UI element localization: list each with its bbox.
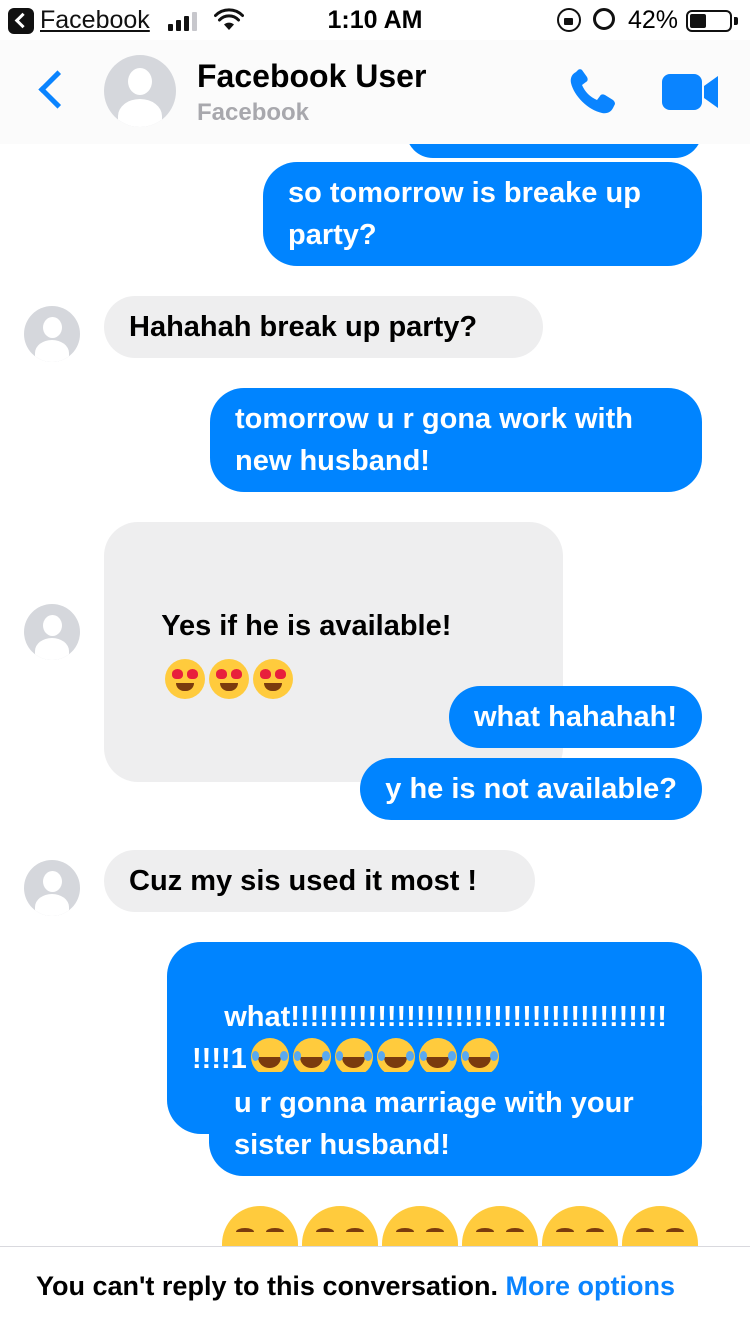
back-chevron-icon[interactable]: [28, 66, 76, 118]
emoji-message[interactable]: [222, 1206, 702, 1246]
tears-of-joy-emoji-icon: [250, 1038, 289, 1076]
alarm-icon: [593, 8, 615, 30]
reply-disabled-bar: You can't reply to this conversation. Mo…: [0, 1246, 750, 1334]
tears-of-joy-emoji-icon: [462, 1206, 538, 1246]
tears-of-joy-emoji-icon: [418, 1038, 457, 1076]
tears-of-joy-emoji-icon: [292, 1038, 331, 1076]
emoji-row: [247, 1038, 499, 1076]
message-bubble-outgoing[interactable]: tomorrow u r gona work with new husband!: [210, 388, 702, 492]
battery-percent: 42%: [628, 6, 679, 34]
message-bubble-outgoing[interactable]: y he is not available?: [360, 758, 702, 820]
message-bubble-outgoing[interactable]: so tomorrow is breake up party?: [263, 162, 702, 266]
tears-of-joy-emoji-icon: [382, 1206, 458, 1246]
contact-subtitle: Facebook: [197, 99, 310, 126]
more-options-link[interactable]: More options: [506, 1271, 676, 1301]
sender-avatar-icon: [24, 604, 80, 660]
message-bubble-outgoing[interactable]: u r gonna marriage with your sister husb…: [209, 1072, 702, 1176]
heart-eyes-emoji-icon: [165, 659, 206, 699]
battery-level: [690, 14, 706, 28]
tears-of-joy-emoji-icon: [542, 1206, 618, 1246]
phone-icon[interactable]: [566, 66, 622, 118]
battery-tip: [734, 17, 738, 25]
tears-of-joy-emoji-icon: [302, 1206, 378, 1246]
tears-of-joy-emoji-icon: [222, 1206, 298, 1246]
battery-icon: [686, 10, 732, 32]
video-camera-icon[interactable]: [660, 70, 722, 114]
message-bubble-incoming[interactable]: Hahahah break up party?: [104, 296, 543, 358]
sender-avatar-icon: [24, 860, 80, 916]
message-bubble-incoming[interactable]: Cuz my sis used it most !: [104, 850, 535, 912]
tears-of-joy-emoji-icon: [460, 1038, 499, 1076]
avatar-icon[interactable]: [104, 55, 176, 127]
sender-avatar-icon: [24, 306, 80, 362]
emoji-row: [161, 659, 294, 699]
tears-of-joy-emoji-icon: [334, 1038, 373, 1076]
heart-eyes-emoji-icon: [253, 659, 294, 699]
reply-disabled-notice: You can't reply to this conversation. Mo…: [36, 1271, 675, 1302]
contact-name[interactable]: Facebook User: [197, 58, 426, 95]
status-bar: Facebook 1:10 AM 42%: [0, 0, 750, 40]
orientation-lock-icon: [557, 8, 581, 32]
message-bubble-partial: [406, 144, 702, 158]
message-text: Yes if he is available!: [161, 610, 452, 642]
conversation-header: Facebook User Facebook: [0, 40, 750, 144]
notice-text: You can't reply to this conversation.: [36, 1271, 499, 1301]
heart-eyes-emoji-icon: [209, 659, 250, 699]
tears-of-joy-emoji-icon: [622, 1206, 698, 1246]
message-list[interactable]: so tomorrow is breake up party? Hahahah …: [0, 144, 750, 1246]
message-bubble-outgoing[interactable]: what hahahah!: [448, 686, 702, 748]
tears-of-joy-emoji-icon: [376, 1038, 415, 1076]
